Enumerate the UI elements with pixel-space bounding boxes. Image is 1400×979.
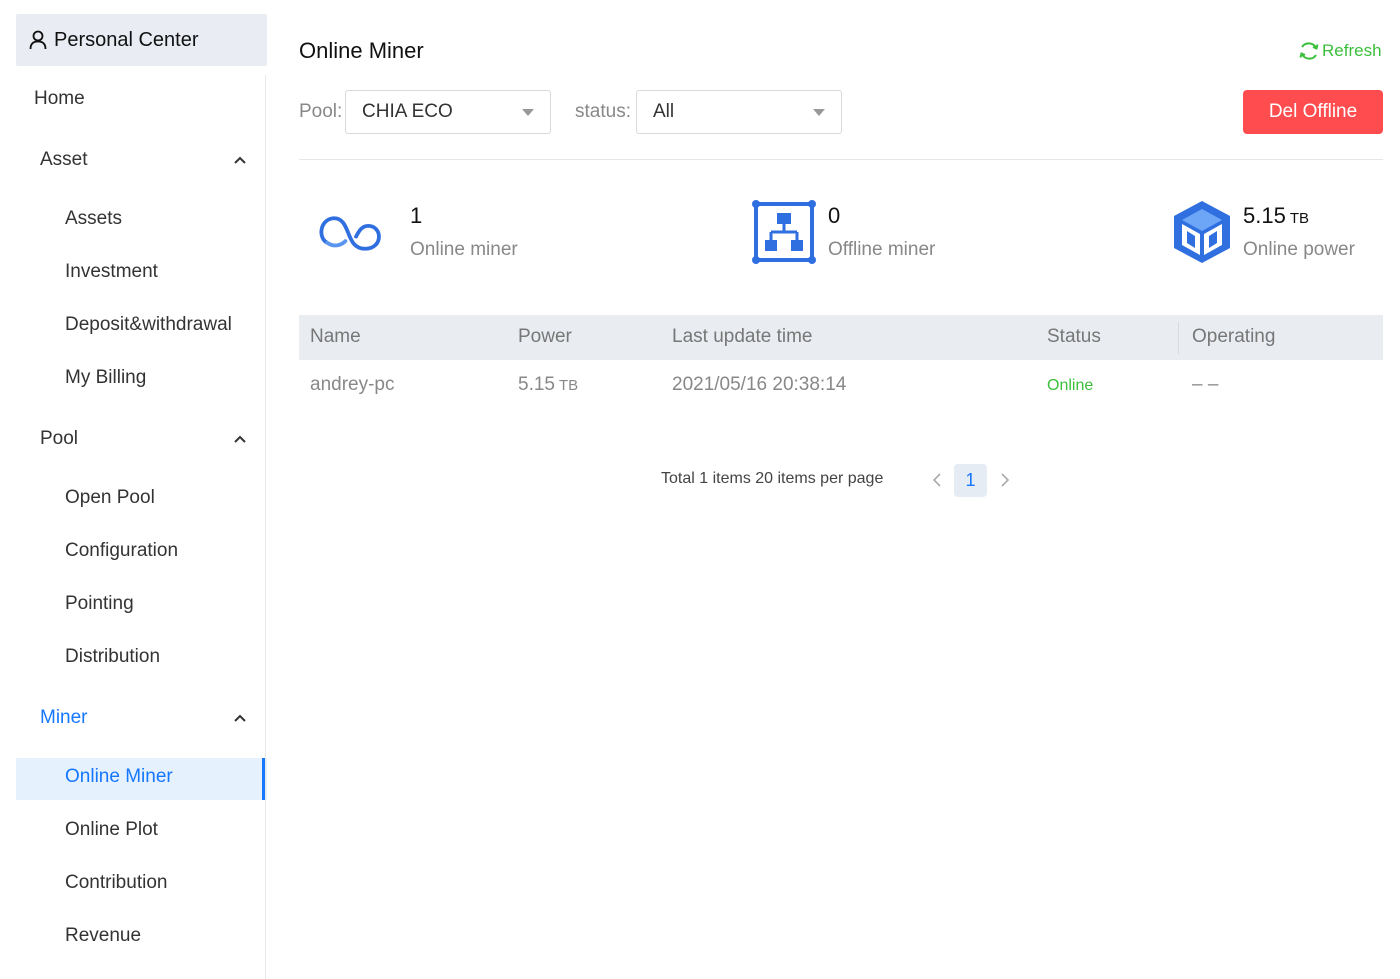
sidebar-divider (265, 75, 266, 979)
chevron-right-icon[interactable] (997, 470, 1013, 490)
sidebar-group-label: Miner (40, 707, 88, 728)
sidebar-item-distribution[interactable]: Distribution (65, 646, 160, 668)
column-header-power[interactable]: Power (518, 326, 572, 348)
sidebar-group-label: Asset (40, 149, 88, 170)
refresh-icon (1299, 42, 1319, 60)
status-filter-label: status: (575, 101, 631, 122)
sidebar-group-pool[interactable]: Pool (40, 428, 247, 450)
online-miner-count: 1 (410, 203, 423, 228)
column-header-operating[interactable]: Operating (1192, 326, 1275, 348)
sidebar-item-deposit-withdrawal[interactable]: Deposit&withdrawal (65, 314, 232, 336)
pool-filter-label: Pool: (299, 101, 343, 122)
online-power-label: Online power (1243, 239, 1355, 260)
sidebar-item-configuration[interactable]: Configuration (65, 540, 178, 562)
cell-operating: – – (1192, 374, 1219, 395)
online-power-value: 5.15 TB (1243, 203, 1355, 233)
sidebar-item-my-billing[interactable]: My Billing (65, 367, 146, 389)
sidebar-item-open-pool[interactable]: Open Pool (65, 487, 155, 509)
refresh-label: Refresh (1322, 41, 1382, 60)
cell-power-value: 5.15 (518, 374, 555, 395)
pagination-summary: Total 1 items 20 items per page (661, 470, 884, 487)
sidebar-item-pointing[interactable]: Pointing (65, 593, 134, 615)
caret-down-icon (813, 108, 825, 116)
sidebar: Personal Center Home Asset Assets Invest… (0, 0, 267, 979)
sidebar-item-investment[interactable]: Investment (65, 261, 158, 283)
sidebar-group-label: Pool (40, 428, 79, 449)
stat-offline-miner: 0 Offline miner (752, 200, 935, 264)
infinity-icon (318, 200, 382, 264)
stat-online-power: 5.15 TB Online power (1170, 200, 1355, 264)
cube-icon (1170, 200, 1234, 264)
personal-center-header[interactable]: Personal Center (16, 14, 267, 66)
sidebar-item-home[interactable]: Home (34, 88, 85, 110)
stat-online-miner: 1 Online miner (318, 200, 518, 264)
divider (299, 159, 1383, 160)
network-icon (752, 200, 816, 264)
caret-down-icon (522, 108, 534, 116)
online-power-number: 5.15 (1243, 203, 1286, 228)
personal-center-label: Personal Center (54, 28, 199, 51)
online-miner-label: Online miner (410, 239, 518, 260)
chevron-up-icon (233, 153, 247, 167)
del-offline-button[interactable]: Del Offline (1243, 90, 1383, 134)
offline-miner-label: Offline miner (828, 239, 936, 260)
chevron-up-icon (233, 711, 247, 725)
cell-power: 5.15 TB (518, 374, 578, 396)
sidebar-item-online-miner[interactable]: Online Miner (65, 766, 173, 788)
status-select[interactable]: All (636, 90, 842, 134)
sidebar-group-asset[interactable]: Asset (40, 149, 247, 171)
chevron-up-icon (233, 432, 247, 446)
sidebar-item-revenue[interactable]: Revenue (65, 925, 141, 947)
column-header-name[interactable]: Name (310, 326, 361, 348)
column-header-status[interactable]: Status (1047, 326, 1101, 348)
cell-name: andrey-pc (310, 374, 395, 395)
chevron-left-icon[interactable] (929, 470, 945, 490)
pool-select-value: CHIA ECO (362, 101, 453, 122)
sidebar-group-miner[interactable]: Miner (40, 707, 247, 729)
online-power-unit: TB (1289, 210, 1309, 227)
status-select-value: All (653, 101, 675, 122)
cell-power-unit: TB (558, 377, 579, 394)
user-icon (28, 30, 48, 50)
column-divider (1178, 322, 1179, 354)
refresh-button[interactable]: Refresh (1298, 40, 1382, 62)
cell-last-update: 2021/05/16 20:38:14 (672, 374, 847, 395)
sidebar-item-assets[interactable]: Assets (65, 208, 122, 230)
page-title: Online Miner (299, 38, 424, 63)
offline-miner-count: 0 (828, 203, 841, 228)
cell-status: Online (1047, 377, 1094, 394)
column-header-last-update[interactable]: Last update time (672, 326, 812, 348)
sidebar-item-contribution[interactable]: Contribution (65, 872, 167, 894)
pagination-page-1[interactable]: 1 (954, 464, 987, 497)
pool-select[interactable]: CHIA ECO (345, 90, 551, 134)
sidebar-item-online-plot[interactable]: Online Plot (65, 819, 158, 841)
